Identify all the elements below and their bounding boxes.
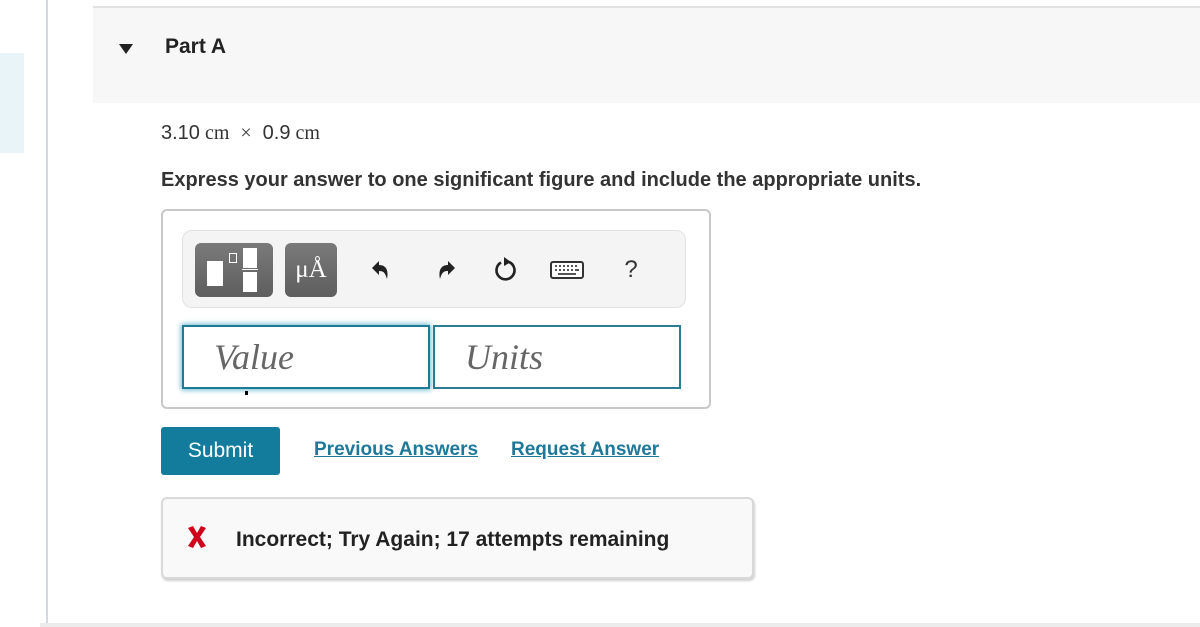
keyboard-icon xyxy=(550,261,584,279)
reset-button[interactable] xyxy=(486,247,526,293)
operator: × xyxy=(240,122,252,144)
undo-icon xyxy=(372,261,388,279)
undo-button[interactable] xyxy=(361,247,401,293)
help-button[interactable]: ? xyxy=(611,247,651,293)
value-input[interactable]: Value xyxy=(182,325,430,389)
operand2-unit: cm xyxy=(295,122,320,144)
units-input[interactable]: Units xyxy=(433,325,681,389)
collapse-triangle-icon[interactable] xyxy=(119,44,133,54)
bottom-divider xyxy=(40,623,1200,627)
answer-box: μÅ ? Value Units xyxy=(161,209,711,409)
redo-button[interactable] xyxy=(426,247,466,293)
part-header[interactable]: Part A xyxy=(93,6,1200,103)
help-icon: ? xyxy=(624,256,638,283)
reset-icon xyxy=(495,257,516,281)
sidebar-tab xyxy=(0,53,24,153)
cursor-marker xyxy=(245,391,248,395)
redo-icon xyxy=(439,261,455,279)
units-button[interactable]: μÅ xyxy=(285,243,337,297)
templates-button[interactable] xyxy=(195,243,273,297)
operand1-value: 3.10 xyxy=(161,122,200,144)
part-title: Part A xyxy=(165,35,227,58)
instructions: Express your answer to one significant f… xyxy=(161,169,922,191)
math-toolbar: μÅ ? xyxy=(182,230,686,308)
incorrect-x-icon xyxy=(188,526,206,548)
previous-answers-link[interactable]: Previous Answers xyxy=(314,439,478,461)
operand1-unit: cm xyxy=(204,122,230,144)
feedback-message: Incorrect; Try Again; 17 attempts remain… xyxy=(161,497,754,579)
units-icon: μÅ xyxy=(295,256,327,283)
keyboard-button[interactable] xyxy=(547,247,587,293)
operand2-value: 0.9 xyxy=(262,122,291,144)
feedback-text: Incorrect; Try Again; 17 attempts remain… xyxy=(236,528,670,551)
left-divider xyxy=(46,0,48,627)
request-answer-link[interactable]: Request Answer xyxy=(511,439,659,461)
submit-button[interactable]: Submit xyxy=(161,427,280,475)
problem-expression: 3.10 cm × 0.9 cm xyxy=(161,122,320,145)
